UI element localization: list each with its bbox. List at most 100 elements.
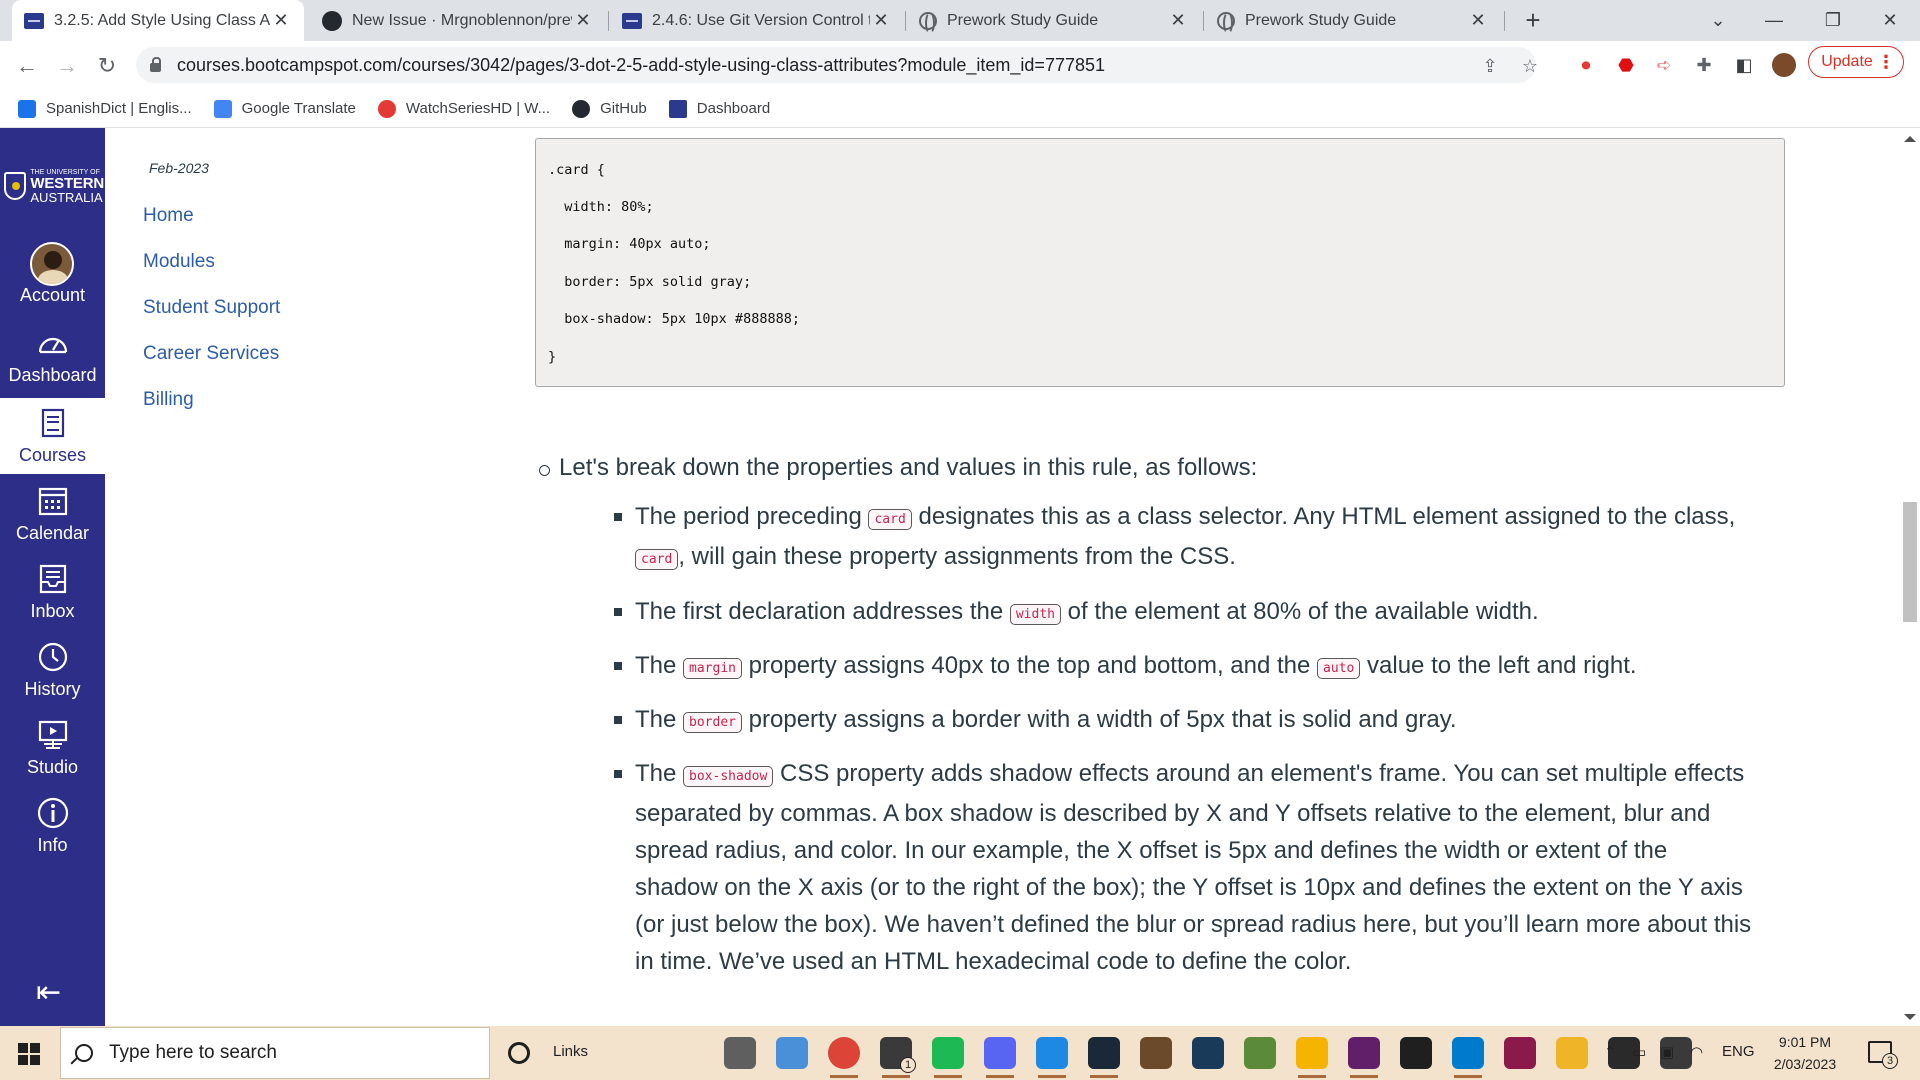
address-bar[interactable]: courses.bootcampspot.com/courses/3042/pa…	[136, 47, 1538, 83]
bootcampspot-icon	[24, 12, 44, 29]
search-placeholder: Type here to search	[109, 1042, 277, 1063]
course-nav-career-services[interactable]: Career Services	[143, 343, 279, 365]
tab-prework-study-guide[interactable]: Prework Study Guide ✕	[907, 0, 1201, 41]
bookmark-label: Dashboard	[696, 100, 771, 117]
new-tab-button[interactable]: +	[1518, 6, 1548, 36]
language-indicator[interactable]: ENG	[1722, 1043, 1755, 1060]
spotify-icon[interactable]	[932, 1037, 964, 1078]
scrollbar-thumb[interactable]	[1903, 502, 1917, 622]
extensions-puzzle-icon[interactable]: ✚	[1692, 53, 1716, 77]
meet-now-icon[interactable]: ▣	[1660, 1043, 1674, 1061]
bookmark-star-icon[interactable]: ☆	[1518, 54, 1542, 78]
file-explorer-icon[interactable]	[776, 1037, 808, 1069]
bookmark-watchserieshd[interactable]: WatchSeriesHD | W...	[377, 99, 550, 118]
cortana-icon[interactable]	[508, 1042, 530, 1064]
close-icon[interactable]: ✕	[1467, 10, 1489, 31]
page-scrollbar[interactable]	[1900, 128, 1920, 1026]
inbox-icon	[39, 564, 67, 594]
back-arrow-icon[interactable]: ←	[12, 51, 42, 81]
course-nav-home[interactable]: Home	[143, 205, 194, 227]
list-text: , will gain these property assignments f…	[678, 543, 1236, 570]
terminal-icon[interactable]	[1400, 1037, 1432, 1069]
wifi-icon[interactable]: ◠	[1690, 1043, 1703, 1061]
window-close-icon[interactable]: ✕	[1862, 0, 1918, 41]
slack-icon[interactable]	[1348, 1037, 1380, 1078]
studio-icon	[38, 720, 68, 749]
minecraft-icon[interactable]	[1244, 1037, 1276, 1069]
course-nav-modules[interactable]: Modules	[143, 251, 215, 273]
reload-icon[interactable]: ↻	[92, 51, 122, 81]
global-nav-studio[interactable]: Studio	[0, 710, 105, 786]
scroll-down-icon[interactable]	[1904, 1014, 1916, 1020]
global-nav-courses[interactable]: Courses	[0, 398, 105, 474]
tab-github-issue[interactable]: New Issue · Mrgnoblennon/prew ✕	[310, 0, 606, 41]
folder-icon[interactable]	[1556, 1037, 1588, 1069]
clock-time: 9:01 PM	[1778, 1034, 1832, 1050]
bookmark-label: GitHub	[600, 100, 647, 117]
notification-center-icon[interactable]: 3	[1868, 1041, 1898, 1069]
tab-prework-study-guide-2[interactable]: Prework Study Guide ✕	[1205, 0, 1501, 41]
steam-icon[interactable]	[1088, 1037, 1120, 1078]
tab-active[interactable]: 3.2.5: Add Style Using Class Attrib ✕	[12, 0, 304, 41]
list-text: designates this as a class selector. Any…	[911, 503, 1736, 530]
tab-title: 3.2.5: Add Style Using Class Attrib	[54, 11, 270, 29]
extension-arrow-icon[interactable]: ➪	[1652, 53, 1676, 77]
code-line: margin: 40px auto;	[548, 236, 711, 252]
close-icon[interactable]: ✕	[270, 10, 292, 31]
bookmark-google-translate[interactable]: Google Translate	[213, 99, 356, 118]
adblock-icon[interactable]: ⬣	[1614, 53, 1638, 77]
global-nav-calendar[interactable]: Calendar	[0, 476, 105, 552]
close-icon[interactable]: ✕	[870, 10, 892, 31]
close-icon[interactable]: ✕	[572, 10, 594, 31]
tab-title: Prework Study Guide	[1245, 11, 1397, 29]
close-icon[interactable]: ✕	[1167, 10, 1189, 31]
vscode-icon[interactable]	[1452, 1037, 1484, 1078]
tab-title: 2.4.6: Use Git Version Control to S	[652, 11, 870, 29]
side-panel-icon[interactable]: ◧	[1732, 53, 1756, 77]
chrome-dev-icon[interactable]	[1296, 1037, 1328, 1078]
settings-icon[interactable]	[724, 1037, 756, 1069]
uwa-logo[interactable]: THE UNIVERSITY OF WESTERN AUSTRALIA	[4, 166, 104, 206]
tab-git-version-control[interactable]: 2.4.6: Use Git Version Control to S ✕	[610, 0, 904, 41]
forward-arrow-icon[interactable]: →	[52, 51, 82, 81]
global-nav-account[interactable]: Account	[0, 232, 105, 314]
kebab-menu-icon[interactable]: ⋮	[1877, 47, 1895, 77]
bookmark-spanishdict[interactable]: SpanishDict | Englis...	[18, 99, 192, 118]
windows-taskbar: Type here to search Links 1 ⌃ ▭ ▣ ◠ ENG …	[0, 1026, 1920, 1080]
dashboard-icon	[38, 337, 68, 354]
profile-avatar-icon[interactable]	[1772, 53, 1796, 77]
share-icon[interactable]: ⇪	[1478, 54, 1502, 78]
course-nav-billing[interactable]: Billing	[143, 389, 194, 411]
url-text[interactable]: courses.bootcampspot.com/courses/3042/pa…	[177, 55, 1105, 76]
league-icon[interactable]	[1192, 1037, 1224, 1069]
links-toolbar[interactable]: Links	[553, 1043, 588, 1060]
course-nav-student-support[interactable]: Student Support	[143, 297, 280, 319]
collapse-nav-icon[interactable]: ⇤	[36, 978, 70, 1008]
cs-icon[interactable]	[1140, 1037, 1172, 1069]
bookmark-dashboard[interactable]: Dashboard	[668, 99, 771, 118]
taskbar-search-input[interactable]: Type here to search	[60, 1027, 490, 1079]
battery-icon[interactable]: ▭	[1632, 1043, 1646, 1061]
global-nav-dashboard[interactable]: Dashboard	[0, 318, 105, 394]
app-store-icon[interactable]	[1036, 1037, 1068, 1078]
global-nav-info[interactable]: Info	[0, 788, 105, 864]
bookmark-github[interactable]: GitHub	[572, 99, 647, 118]
tab-search-chevron-icon[interactable]: ⌄	[1690, 0, 1746, 41]
winrar-icon[interactable]	[1504, 1037, 1536, 1069]
update-button[interactable]: Update ⋮	[1808, 46, 1904, 78]
show-hidden-icons-chevron[interactable]: ⌃	[1604, 1043, 1617, 1061]
global-nav-label: Courses	[18, 445, 87, 465]
windows-start-icon[interactable]	[18, 1043, 40, 1065]
courses-icon	[41, 408, 65, 438]
taskbar-clock[interactable]: 9:01 PM 2/03/2023	[1770, 1031, 1840, 1075]
extension-record-icon[interactable]: ⏺	[1574, 53, 1598, 77]
scroll-up-icon[interactable]	[1904, 136, 1916, 142]
discord-icon[interactable]	[984, 1037, 1016, 1078]
search-icon	[75, 1044, 93, 1062]
minimize-icon[interactable]: —	[1746, 0, 1802, 41]
restore-icon[interactable]: ❐	[1805, 0, 1861, 41]
global-nav-inbox[interactable]: Inbox	[0, 554, 105, 630]
mail-icon[interactable]: 1	[880, 1037, 916, 1078]
chrome-icon[interactable]	[828, 1037, 860, 1078]
global-nav-history[interactable]: History	[0, 632, 105, 708]
